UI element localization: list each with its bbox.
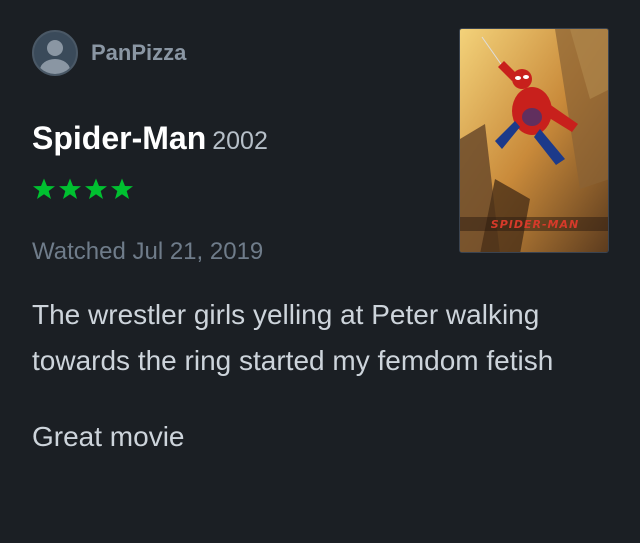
- star-icon: [33, 178, 55, 199]
- watched-date: Watched Jul 21, 2019: [32, 238, 264, 265]
- film-poster[interactable]: SPIDER-MAN: [459, 28, 609, 253]
- film-title-row: Spider-Man 2002: [32, 120, 268, 157]
- review-paragraph: The wrestler girls yelling at Peter walk…: [32, 299, 554, 376]
- poster-logo-text: SPIDER-MAN: [491, 218, 579, 231]
- default-user-icon: [40, 40, 70, 74]
- film-title[interactable]: Spider-Man: [32, 120, 206, 156]
- star-icon: [111, 178, 133, 199]
- star-icon: [59, 178, 81, 199]
- film-year[interactable]: 2002: [212, 127, 268, 155]
- user-row[interactable]: PanPizza: [32, 30, 186, 76]
- review-paragraph: Great movie: [32, 421, 185, 452]
- review-body: The wrestler girls yelling at Peter walk…: [32, 292, 572, 460]
- username[interactable]: PanPizza: [91, 40, 186, 66]
- poster-image: SPIDER-MAN: [460, 29, 608, 252]
- star-rating: [32, 177, 134, 201]
- avatar[interactable]: [32, 30, 78, 76]
- star-icon: [85, 178, 107, 199]
